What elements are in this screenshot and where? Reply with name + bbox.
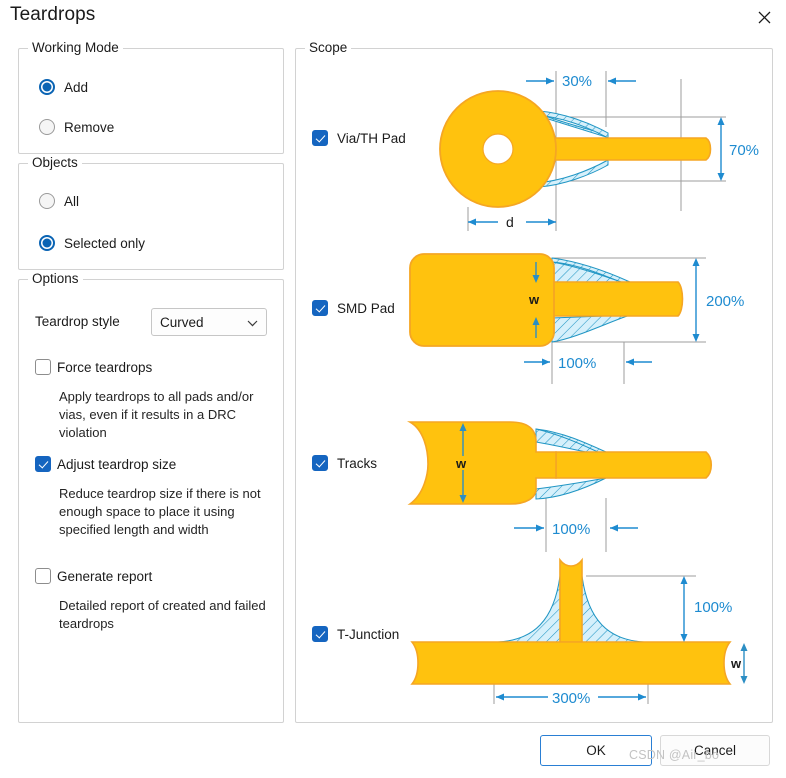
t-junction-diagram: 100% w 300% (406, 554, 766, 724)
checkbox-t-junction-indicator[interactable] (312, 626, 328, 642)
adjust-teardrop-size-description: Reduce teardrop size if there is not eno… (59, 486, 261, 537)
dim-30-percent: 30% (562, 73, 592, 90)
radio-all-label: All (64, 193, 80, 209)
dim-w: w (528, 292, 540, 307)
smd-pad-diagram: w 200% 100% (406, 244, 766, 394)
dim-w: w (730, 656, 742, 671)
working-mode-group: Working Mode Add Remove (18, 40, 284, 154)
dim-300-percent: 300% (552, 690, 590, 707)
dim-100-percent: 100% (552, 521, 590, 538)
dim-d: d (506, 214, 514, 230)
checkbox-generate-report-indicator[interactable] (35, 568, 51, 584)
checkbox-tracks[interactable]: Tracks (312, 455, 377, 471)
working-mode-legend: Working Mode (28, 40, 123, 55)
generate-report-description: Detailed report of created and failed te… (59, 598, 266, 631)
dim-100-percent: 100% (558, 355, 596, 372)
radio-selected-only-label: Selected only (64, 235, 146, 251)
via-th-pad-diagram: 30% 70% d (376, 59, 766, 239)
checkbox-generate-report-label: Generate report (57, 568, 153, 584)
teardrop-style-label: Teardrop style (35, 314, 120, 329)
close-icon[interactable] (750, 4, 778, 30)
teardrop-style-select[interactable]: Curved (151, 308, 267, 336)
page-title: Teardrops (10, 4, 96, 25)
checkbox-via-th-pad-indicator[interactable] (312, 130, 328, 146)
tracks-diagram: w 100% (406, 394, 766, 569)
checkbox-force-teardrops-indicator[interactable] (35, 359, 51, 375)
checkbox-adjust-teardrop-size[interactable]: Adjust teardrop size (35, 456, 176, 472)
dim-100-percent: 100% (694, 599, 732, 616)
teardrop-style-value: Curved (160, 314, 204, 330)
radio-all[interactable]: All (39, 193, 79, 209)
radio-remove-indicator[interactable] (39, 119, 55, 135)
checkbox-adjust-teardrop-size-label: Adjust teardrop size (57, 456, 177, 472)
radio-add-indicator[interactable] (39, 79, 55, 95)
force-teardrops-description: Apply teardrops to all pads and/or vias,… (59, 389, 254, 440)
objects-legend: Objects (28, 155, 82, 170)
options-legend: Options (28, 271, 83, 286)
checkbox-generate-report[interactable]: Generate report (35, 568, 152, 584)
radio-all-indicator[interactable] (39, 193, 55, 209)
checkbox-smd-pad-label: SMD Pad (337, 300, 395, 316)
checkbox-force-teardrops[interactable]: Force teardrops (35, 359, 152, 375)
checkbox-force-teardrops-label: Force teardrops (57, 359, 153, 375)
options-group: Options Teardrop style Curved Force tear… (18, 271, 284, 723)
radio-selected-only[interactable]: Selected only (39, 235, 145, 251)
title-bar: Teardrops (0, 0, 786, 36)
scope-legend: Scope (305, 40, 352, 55)
checkbox-smd-pad[interactable]: SMD Pad (312, 300, 395, 316)
watermark: CSDN @Air_bo (629, 748, 720, 762)
teardrops-dialog: Teardrops Working Mode Add Remove Object… (0, 0, 786, 778)
dim-70-percent: 70% (729, 142, 759, 159)
dim-w: w (455, 456, 467, 471)
checkbox-adjust-teardrop-size-indicator[interactable] (35, 456, 51, 472)
objects-group: Objects All Selected only (18, 155, 284, 270)
dim-200-percent: 200% (706, 293, 744, 310)
radio-selected-only-indicator[interactable] (39, 235, 55, 251)
radio-add-label: Add (64, 79, 89, 95)
checkbox-t-junction[interactable]: T-Junction (312, 626, 399, 642)
scope-group: Scope Via/TH Pad 30% 70% d SMD Pad w 200… (295, 40, 773, 724)
radio-add[interactable]: Add (39, 79, 88, 95)
radio-remove[interactable]: Remove (39, 119, 114, 135)
checkbox-smd-pad-indicator[interactable] (312, 300, 328, 316)
checkbox-tracks-indicator[interactable] (312, 455, 328, 471)
checkbox-tracks-label: Tracks (337, 455, 377, 471)
radio-remove-label: Remove (64, 119, 115, 135)
chevron-down-icon (247, 315, 258, 330)
checkbox-t-junction-label: T-Junction (337, 626, 400, 642)
ok-button-label: OK (586, 743, 606, 758)
